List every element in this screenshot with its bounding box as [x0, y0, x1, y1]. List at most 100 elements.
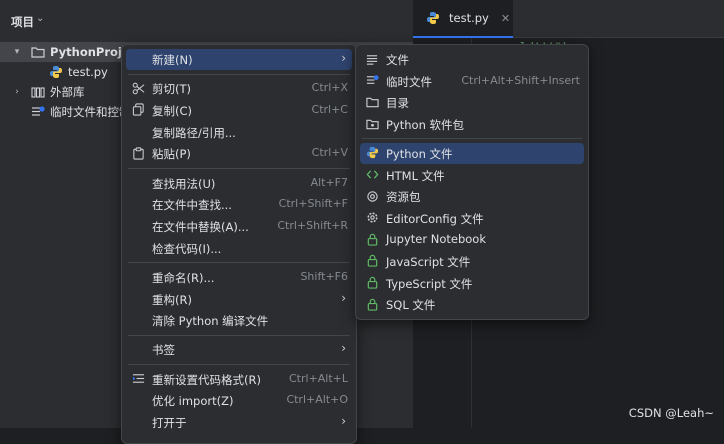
tree-item-label: test.py: [68, 65, 108, 79]
folder-icon: [364, 94, 380, 110]
new-item-html[interactable]: HTML 文件: [360, 165, 584, 186]
context-menu-item-14[interactable]: 优化 import(Z) Ctrl+Alt+O: [126, 390, 352, 411]
context-menu-item-2[interactable]: 复制(C) Ctrl+C: [126, 100, 352, 121]
context-menu-item-8[interactable]: 检查代码(I)...: [126, 238, 352, 259]
python-icon: [425, 10, 441, 26]
scissors-icon: [130, 80, 146, 96]
paste-icon: [130, 145, 146, 161]
context-menu-item-4[interactable]: 粘贴(P) Ctrl+V: [126, 143, 352, 164]
python-icon: [48, 64, 64, 80]
menu-separator: [128, 334, 350, 336]
menu-item-label: 新建(N): [152, 53, 193, 67]
new-item-item-6[interactable]: 资源包: [360, 186, 584, 207]
menu-item-label: 优化 import(Z): [152, 394, 234, 409]
chevron-right-icon: ›: [341, 341, 346, 356]
menu-item-label: Python 软件包: [386, 117, 465, 132]
tab-test-py[interactable]: test.py ✕: [413, 0, 513, 38]
context-menu-item-12[interactable]: 书签 ›: [126, 339, 352, 360]
watermark: CSDN @Leah~: [628, 406, 714, 420]
menu-item-label: 检查代码(I)...: [152, 241, 222, 256]
menu-item-shortcut: Ctrl+Shift+R: [277, 218, 348, 232]
menu-item-shortcut: Ctrl+V: [311, 146, 348, 160]
context-menu-item-11[interactable]: 清除 Python 编译文件: [126, 310, 352, 331]
context-menu-item-9[interactable]: 重命名(R)... Shift+F6: [126, 267, 352, 288]
new-item-item-1[interactable]: 临时文件 Ctrl+Alt+Shift+Insert: [360, 71, 584, 92]
lock-icon: [364, 253, 380, 269]
tree-item-label: 临时文件和控制: [50, 105, 131, 119]
menu-item-label: 重命名(R)...: [152, 270, 215, 285]
menu-item-label: EditorConfig 文件: [386, 211, 484, 226]
chevron-right-icon: ›: [341, 290, 346, 305]
copy-icon: [130, 102, 146, 118]
menu-item-label: HTML 文件: [386, 168, 445, 183]
context-menu-item-5[interactable]: 查找用法(U) Alt+F7: [126, 173, 352, 194]
menu-item-label: 剪切(T): [152, 82, 191, 97]
scratch-file-icon: [364, 73, 380, 89]
new-item-python[interactable]: Python 文件: [360, 142, 584, 164]
menu-item-label: 书签: [152, 343, 175, 358]
new-item-item-2[interactable]: 目录: [360, 92, 584, 113]
menu-item-label: 粘贴(P): [152, 147, 191, 162]
menu-item-label: 重新设置代码格式(R): [152, 372, 261, 387]
menu-separator: [128, 262, 350, 264]
new-item-typescript[interactable]: TypeScript 文件: [360, 273, 584, 294]
scratch-file-icon: [30, 104, 46, 120]
menu-item-label: Python 文件: [386, 146, 453, 161]
menu-item-label: 目录: [386, 96, 409, 111]
context-menu-item-6[interactable]: 在文件中查找... Ctrl+Shift+F: [126, 194, 352, 215]
lock-icon: [364, 275, 380, 291]
chevron-right-icon: ›: [341, 51, 346, 65]
chevron-right-icon[interactable]: ›: [12, 87, 22, 97]
format-icon: [130, 371, 146, 387]
menu-item-label: 在文件中替换(A)...: [152, 219, 249, 234]
context-menu-item-15[interactable]: 打开于 ›: [126, 412, 352, 433]
editorconfig-icon: [364, 210, 380, 226]
menu-item-label: 打开于: [152, 416, 187, 430]
menu-item-label: Jupyter Notebook: [386, 232, 487, 247]
menu-item-shortcut: Ctrl+C: [311, 102, 348, 116]
context-menu-item-3[interactable]: 复制路径/引用...: [126, 122, 352, 143]
context-menu-item-13[interactable]: 重新设置代码格式(R) Ctrl+Alt+L: [126, 369, 352, 390]
close-icon[interactable]: ✕: [501, 12, 510, 25]
menu-item-shortcut: Alt+F7: [310, 175, 348, 189]
folder-icon: [30, 44, 46, 60]
menu-separator: [362, 138, 582, 140]
chevron-down-icon[interactable]: ⌄: [36, 13, 44, 24]
context-menu-item-0[interactable]: 新建(N) ›: [126, 49, 352, 70]
menu-item-label: 重构(R): [152, 292, 192, 307]
menu-separator: [128, 364, 350, 366]
menu-item-shortcut: Ctrl+X: [311, 81, 348, 95]
library-icon: [30, 84, 46, 100]
file-icon: [364, 51, 380, 67]
lock-icon: [364, 296, 380, 312]
context-menu-item-10[interactable]: 重构(R) ›: [126, 289, 352, 310]
menu-item-label: 清除 Python 编译文件: [152, 314, 269, 329]
menu-item-label: TypeScript 文件: [386, 276, 473, 291]
chevron-down-icon[interactable]: ▾: [12, 47, 22, 57]
context-menu-item-1[interactable]: 剪切(T) Ctrl+X: [126, 78, 352, 99]
context-menu-item-7[interactable]: 在文件中替换(A)... Ctrl+Shift+R: [126, 216, 352, 237]
menu-separator: [128, 168, 350, 169]
menu-item-label: SQL 文件: [386, 298, 436, 313]
new-item-javascript[interactable]: JavaScript 文件: [360, 251, 584, 272]
menu-item-label: 临时文件: [386, 74, 432, 89]
new-item-sql[interactable]: SQL 文件: [360, 294, 584, 315]
package-icon: [364, 116, 380, 132]
new-item-python[interactable]: Python 软件包: [360, 114, 584, 135]
html-icon: [364, 167, 380, 183]
new-submenu: 文件临时文件 Ctrl+Alt+Shift+Insert 目录 Python 软件包 P…: [355, 44, 589, 320]
menu-item-label: 资源包: [386, 190, 421, 205]
menu-item-shortcut: Ctrl+Alt+O: [286, 393, 348, 407]
menu-item-label: 查找用法(U): [152, 176, 216, 191]
new-item-editorconfig[interactable]: EditorConfig 文件: [360, 208, 584, 229]
resource-bundle-icon: [364, 188, 380, 204]
new-item-jupyter-notebook[interactable]: Jupyter Notebook: [360, 229, 584, 250]
menu-item-label: 在文件中查找...: [152, 198, 232, 213]
new-item-item-0[interactable]: 文件: [360, 49, 584, 70]
menu-separator: [128, 73, 350, 75]
chevron-right-icon: ›: [341, 414, 346, 428]
tree-item-label: 外部库: [50, 85, 85, 99]
project-title[interactable]: 项目: [11, 14, 34, 30]
context-menu: 新建(N) › 剪切(T) Ctrl+X 复制(C) Ctrl+C 复制路径/引用... 粘贴…: [121, 44, 357, 444]
menu-item-label: 文件: [386, 53, 409, 67]
